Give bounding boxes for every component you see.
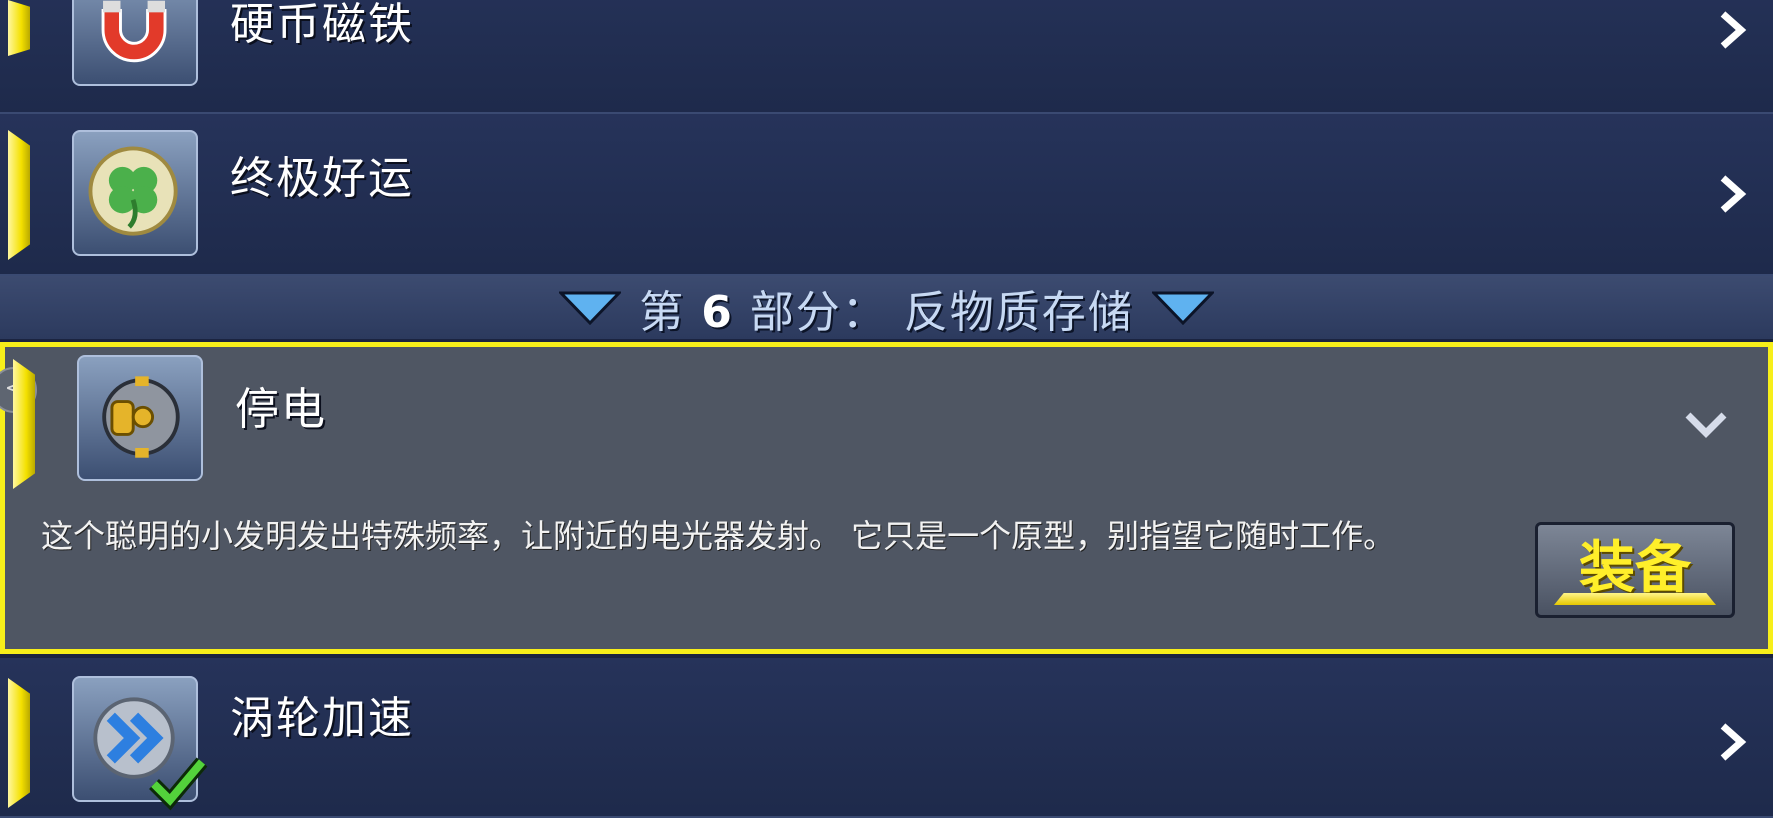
- equip-button[interactable]: 装备: [1535, 522, 1735, 618]
- four-leaf-clover-icon: [72, 130, 198, 256]
- check-mark-icon: [148, 752, 208, 812]
- list-item-power-outage-expanded[interactable]: < 停电 这个聪明的小发明发出特殊频率，让附近的电光器发射。 它只是一个原型，别…: [0, 342, 1773, 654]
- item-title: 涡轮加速: [230, 693, 414, 744]
- power-cell-icon: [77, 355, 203, 481]
- section-header: 第 6 部分： 反物质存储: [0, 276, 1773, 339]
- equip-button-label: 装备: [1579, 535, 1691, 601]
- chevron-down-icon[interactable]: [1684, 407, 1728, 441]
- row-accent-bar: [13, 359, 35, 489]
- item-title: 硬币磁铁: [230, 0, 414, 50]
- list-item-coin-magnet[interactable]: 硬币磁铁: [0, 0, 1773, 114]
- equip-button-underline: [1554, 593, 1716, 605]
- item-title: 停电: [235, 384, 327, 435]
- section-number: 6: [701, 286, 734, 338]
- chevron-right-icon[interactable]: [1717, 10, 1747, 50]
- chevron-right-icon[interactable]: [1717, 722, 1747, 762]
- section-title: 第 6 部分： 反物质存储: [639, 276, 1134, 340]
- triangle-down-icon: [1151, 291, 1214, 325]
- magnet-icon: [72, 0, 198, 86]
- item-title: 终极好运: [230, 153, 414, 204]
- row-accent-bar: [8, 130, 30, 260]
- triangle-down-icon: [559, 291, 622, 325]
- row-accent-bar: [8, 0, 30, 56]
- row-accent-bar: [8, 678, 30, 808]
- section-suffix: 部分：: [749, 286, 888, 338]
- section-prefix: 第: [639, 286, 686, 338]
- list-item-turbo-boost[interactable]: 涡轮加速: [0, 658, 1773, 818]
- list-item-ultimate-luck[interactable]: 终极好运: [0, 114, 1773, 276]
- chevron-right-icon[interactable]: [1717, 174, 1747, 214]
- item-description: 这个聪明的小发明发出特殊频率，让附近的电光器发射。 它只是一个原型，别指望它随时…: [41, 517, 1396, 555]
- section-name: 反物质存储: [903, 286, 1134, 338]
